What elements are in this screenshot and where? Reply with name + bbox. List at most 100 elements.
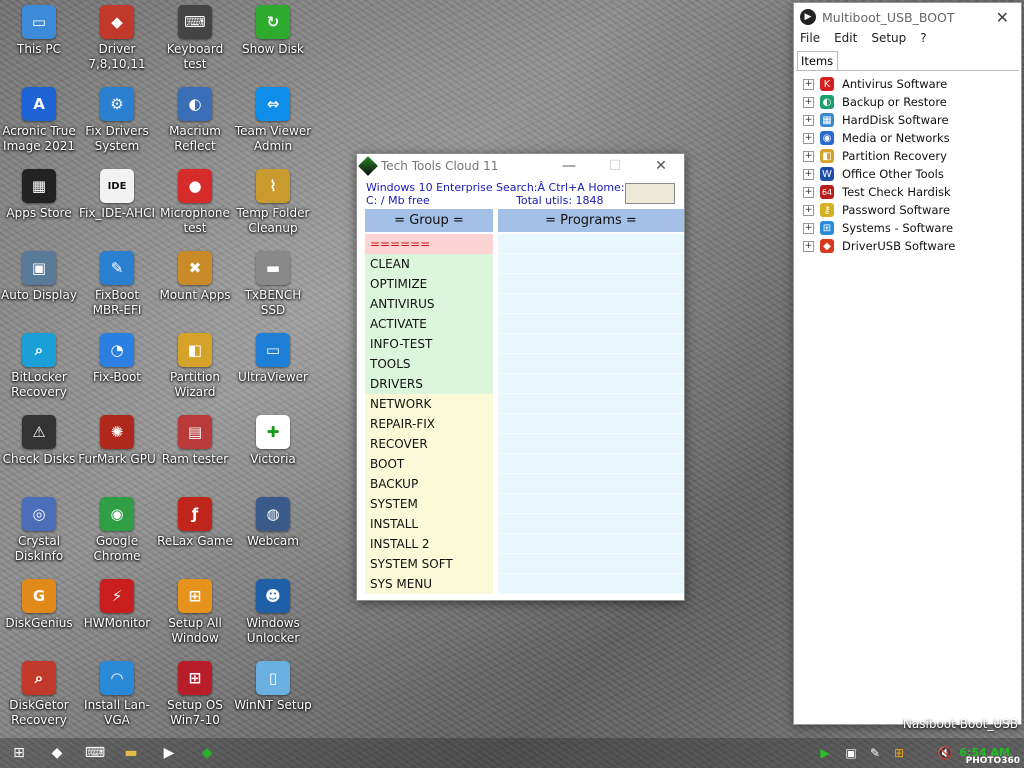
desktop-shortcut[interactable]: ✖ Mount Apps <box>156 251 234 303</box>
desktop-shortcut[interactable]: ✎ FixBoot MBR-EFI <box>78 251 156 318</box>
program-row[interactable] <box>498 514 684 534</box>
tree-item[interactable]: + ◉ Media or Networks <box>796 129 1019 147</box>
program-row[interactable] <box>498 294 684 314</box>
program-row[interactable] <box>498 314 684 334</box>
tech-tools-titlebar[interactable]: Tech Tools Cloud 11 — ☐ ✕ <box>357 154 684 178</box>
desktop-shortcut[interactable]: ✺ FurMark GPU <box>78 415 156 467</box>
speaker-muted-icon[interactable]: 🔇 <box>936 744 954 762</box>
play-tray-icon[interactable]: ▶ <box>816 744 834 762</box>
tree-item[interactable]: + ⊞ Systems - Software <box>796 219 1019 237</box>
desktop-shortcut[interactable]: ◠ Install Lan-VGA <box>78 661 156 728</box>
desktop-shortcut[interactable]: ▦ Apps Store <box>0 169 78 221</box>
minimize-button[interactable]: — <box>546 158 592 174</box>
desktop-shortcut[interactable]: ◔ Fix-Boot <box>78 333 156 385</box>
group-item[interactable]: TOOLS <box>365 354 493 374</box>
program-row[interactable] <box>498 374 684 394</box>
expand-icon[interactable]: + <box>803 114 814 126</box>
program-row[interactable] <box>498 494 684 514</box>
program-row[interactable] <box>498 394 684 414</box>
desktop-shortcut[interactable]: ⚡ HWMonitor <box>78 579 156 631</box>
play-icon[interactable]: ▶ <box>160 744 178 762</box>
desktop-shortcut[interactable]: ⊞ Setup OS Win7-10 <box>156 661 234 728</box>
group-item[interactable]: OPTIMIZE <box>365 274 493 294</box>
expand-icon[interactable]: + <box>803 132 814 144</box>
program-row[interactable] <box>498 534 684 554</box>
desktop-shortcut[interactable]: ↻ Show Disk <box>234 5 312 57</box>
group-item[interactable]: DRIVERS <box>365 374 493 394</box>
group-item[interactable]: ACTIVATE <box>365 314 493 334</box>
desktop-shortcut[interactable]: ◉ Google Chrome <box>78 497 156 564</box>
group-item[interactable]: INSTALL <box>365 514 493 534</box>
desktop-shortcut[interactable]: ▬ TxBENCH SSD <box>234 251 312 318</box>
windows-start-icon[interactable]: ⊞ <box>10 744 28 762</box>
desktop-shortcut[interactable]: ● Microphone test <box>156 169 234 236</box>
driver-taskbar-icon[interactable]: ◆ <box>48 744 66 762</box>
tree-item[interactable]: + ▦ HardDisk Software <box>796 111 1019 129</box>
desktop-shortcut[interactable]: ▭ This PC <box>0 5 78 57</box>
group-item[interactable]: INSTALL 2 <box>365 534 493 554</box>
keyboard-taskbar-icon[interactable]: ⌨ <box>85 744 105 762</box>
group-item[interactable]: INFO-TEST <box>365 334 493 354</box>
group-item[interactable]: RECOVER <box>365 434 493 454</box>
group-item[interactable]: BOOT <box>365 454 493 474</box>
desktop-shortcut[interactable]: ✚ Victoria <box>234 415 312 467</box>
menu-item[interactable]: File <box>800 31 820 51</box>
tree-item[interactable]: + K Antivirus Software <box>796 75 1019 93</box>
desktop-shortcut[interactable]: ◐ Macrium Reflect <box>156 87 234 154</box>
group-item[interactable]: CLEAN <box>365 254 493 274</box>
expand-icon[interactable]: + <box>803 96 814 108</box>
desktop-shortcut[interactable]: ◍ Webcam <box>234 497 312 549</box>
expand-icon[interactable]: + <box>803 78 814 90</box>
desktop-shortcut[interactable]: ⇔ Team Viewer Admin <box>234 87 312 154</box>
group-item[interactable]: NETWORK <box>365 394 493 414</box>
programs-list[interactable] <box>498 234 684 594</box>
desktop-shortcut[interactable]: ◎ Crystal DiskInfo <box>0 497 78 564</box>
group-item[interactable]: SYS MENU <box>365 574 493 594</box>
program-row[interactable] <box>498 274 684 294</box>
techtools-taskbar-icon[interactable]: ◆ <box>198 744 216 762</box>
desktop-shortcut[interactable]: ☻ Windows Unlocker <box>234 579 312 646</box>
desktop-shortcut[interactable]: ▣ Auto Display <box>0 251 78 303</box>
expand-icon[interactable]: + <box>803 150 814 162</box>
tree-item[interactable]: + ◆ DriverUSB Software <box>796 237 1019 255</box>
group-item[interactable]: BACKUP <box>365 474 493 494</box>
group-item[interactable]: ====== <box>365 234 493 254</box>
desktop-shortcut[interactable]: ▯ WinNT Setup <box>234 661 312 713</box>
desktop-shortcut[interactable]: ƒ ReLax Game <box>156 497 234 549</box>
desktop-shortcut[interactable]: ◧ Partition Wizard <box>156 333 234 400</box>
desktop-shortcut[interactable]: IDE Fix_IDE-AHCI <box>78 169 156 221</box>
program-row[interactable] <box>498 234 684 254</box>
desktop-shortcut[interactable]: ⚙ Fix Drivers System <box>78 87 156 154</box>
program-row[interactable] <box>498 574 684 594</box>
desktop-shortcut[interactable]: ⌇ Temp Folder Cleanup <box>234 169 312 236</box>
desktop-shortcut[interactable]: ◆ Driver 7,8,10,11 <box>78 5 156 72</box>
tree-item[interactable]: + ◧ Partition Recovery <box>796 147 1019 165</box>
desktop-shortcut[interactable]: ⊞ Setup All Window <box>156 579 234 646</box>
program-row[interactable] <box>498 554 684 574</box>
expand-icon[interactable]: + <box>803 222 814 234</box>
desktop-shortcut[interactable]: ▭ UltraViewer <box>234 333 312 385</box>
windows-tray-icon[interactable]: ⊞ <box>890 744 908 762</box>
group-item[interactable]: SYSTEM SOFT <box>365 554 493 574</box>
tab-items[interactable]: Items <box>797 51 838 70</box>
tree-item[interactable]: + W Office Other Tools <box>796 165 1019 183</box>
desktop-shortcut[interactable]: ⌕ BitLocker Recovery <box>0 333 78 400</box>
program-row[interactable] <box>498 454 684 474</box>
multiboot-titlebar[interactable]: ▶ Multiboot_USB_BOOT ✕ <box>794 3 1021 31</box>
group-item[interactable]: SYSTEM <box>365 494 493 514</box>
menu-item[interactable]: Setup <box>871 31 906 51</box>
desktop-shortcut[interactable]: ⌨ Keyboard test <box>156 5 234 72</box>
tree-item[interactable]: + ◐ Backup or Restore <box>796 93 1019 111</box>
program-row[interactable] <box>498 254 684 274</box>
desktop-shortcut[interactable]: ⌕ DiskGetor Recovery <box>0 661 78 728</box>
expand-icon[interactable]: + <box>803 186 814 198</box>
program-row[interactable] <box>498 474 684 494</box>
group-item[interactable]: REPAIR-FIX <box>365 414 493 434</box>
desktop-shortcut[interactable]: ⚠ Check Disks <box>0 415 78 467</box>
close-button[interactable]: ✕ <box>638 158 684 174</box>
program-row[interactable] <box>498 354 684 374</box>
program-row[interactable] <box>498 434 684 454</box>
group-item[interactable]: ANTIVIRUS <box>365 294 493 314</box>
desktop-shortcut[interactable]: A Acronic True Image 2021 <box>0 87 78 154</box>
program-row[interactable] <box>498 334 684 354</box>
